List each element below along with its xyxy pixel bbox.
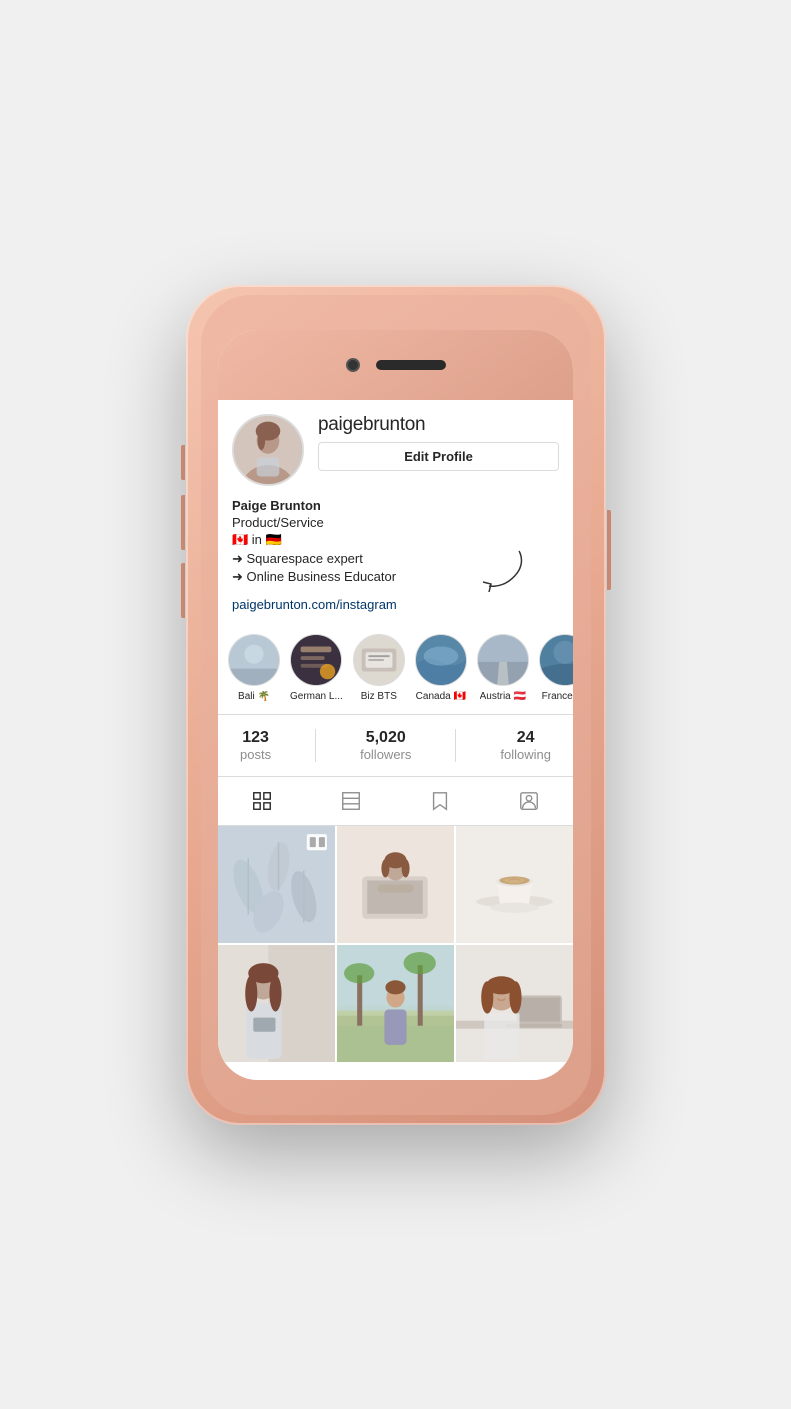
highlight-biz[interactable]: Biz BTS <box>353 634 405 702</box>
grid-photo-5 <box>337 945 454 1062</box>
bio-bottom: ➜ Squarespace expert ➜ Online Business E… <box>232 551 559 597</box>
highlight-circle-canada <box>415 634 467 686</box>
highlight-img-bali <box>229 635 279 685</box>
posts-label: posts <box>240 747 271 762</box>
highlight-circle-france <box>539 634 573 686</box>
highlight-img-german <box>291 635 341 685</box>
speaker-icon <box>376 360 446 370</box>
highlight-img-canada <box>416 635 466 685</box>
highlight-circle-biz <box>353 634 405 686</box>
highlight-bali[interactable]: Bali 🌴 <box>228 634 280 702</box>
grid-item-3[interactable] <box>456 826 573 943</box>
saved-view-tab[interactable] <box>428 789 452 813</box>
power-button <box>607 510 611 590</box>
phone-frame: paigebrunton Edit Profile Paige Brunton … <box>201 295 591 1115</box>
posts-count: 123 <box>242 729 269 747</box>
highlight-img-austria <box>478 635 528 685</box>
display-name: Paige Brunton <box>232 498 559 513</box>
highlight-label-bali: Bali 🌴 <box>238 691 270 702</box>
mute-button <box>181 445 185 480</box>
highlight-label-canada: Canada 🇨🇦 <box>416 691 466 702</box>
grid-item-2[interactable] <box>337 826 454 943</box>
feed-icon <box>340 790 362 812</box>
highlight-label-france: France 🇫🇷 <box>542 691 573 702</box>
highlight-france[interactable]: France 🇫🇷 <box>539 634 573 702</box>
feed-view-tab[interactable] <box>339 789 363 813</box>
volume-up-button <box>181 495 185 550</box>
highlight-label-austria: Austria 🇦🇹 <box>480 691 526 702</box>
highlight-german[interactable]: German L... <box>290 634 343 702</box>
avatar <box>232 414 304 486</box>
stat-following: 24 following <box>500 729 551 762</box>
stat-divider-2 <box>455 729 456 762</box>
grid-item-5[interactable] <box>337 945 454 1062</box>
grid-photo-2 <box>337 826 454 943</box>
highlight-circle-german <box>290 634 342 686</box>
highlight-circle-austria <box>477 634 529 686</box>
following-label: following <box>500 747 551 762</box>
view-tabs-row[interactable] <box>218 777 573 826</box>
front-camera-icon <box>346 358 360 372</box>
edit-profile-button[interactable]: Edit Profile <box>318 442 559 471</box>
avatar-image <box>234 416 302 484</box>
highlight-label-biz: Biz BTS <box>361 691 397 702</box>
followers-count: 5,020 <box>366 729 406 747</box>
phone-device: paigebrunton Edit Profile Paige Brunton … <box>186 285 606 1125</box>
grid-photo-4 <box>218 945 335 1062</box>
screen-container: paigebrunton Edit Profile Paige Brunton … <box>218 330 573 1080</box>
profile-info-right: paigebrunton Edit Profile <box>318 414 559 471</box>
stat-divider-1 <box>315 729 316 762</box>
screen-content[interactable]: paigebrunton Edit Profile Paige Brunton … <box>218 400 573 1080</box>
person-tag-icon <box>518 790 540 812</box>
highlight-img-france <box>540 635 573 685</box>
highlight-austria[interactable]: Austria 🇦🇹 <box>477 634 529 702</box>
grid-photo-3 <box>456 826 573 943</box>
highlight-img-biz <box>354 635 404 685</box>
profile-header-row: paigebrunton Edit Profile <box>232 414 559 486</box>
grid-icon <box>251 790 273 812</box>
followers-label: followers <box>360 747 411 762</box>
stats-row: 123 posts 5,020 followers 24 following <box>218 715 573 777</box>
following-count: 24 <box>517 729 535 747</box>
grid-item-4[interactable] <box>218 945 335 1062</box>
grid-item-1[interactable] <box>218 826 335 943</box>
highlight-canada[interactable]: Canada 🇨🇦 <box>415 634 467 702</box>
highlight-circle-bali <box>228 634 280 686</box>
bio-section: Paige Brunton Product/Service 🇨🇦 in 🇩🇪 ➜… <box>218 498 573 622</box>
decorative-arrow <box>469 546 529 596</box>
grid-view-tab[interactable] <box>250 789 274 813</box>
stat-followers: 5,020 followers <box>360 729 411 762</box>
grid-photo-1 <box>218 826 335 943</box>
username: paigebrunton <box>318 414 559 436</box>
grid-photo-6 <box>456 945 573 1062</box>
grid-item-6[interactable] <box>456 945 573 1062</box>
stat-posts: 123 posts <box>240 729 271 762</box>
bio-category: Product/Service <box>232 515 559 530</box>
phone-top-bar <box>218 330 573 400</box>
bio-link[interactable]: paigebrunton.com/instagram <box>232 597 559 612</box>
avatar-container <box>232 414 304 486</box>
highlight-label-german: German L... <box>290 691 343 702</box>
profile-section: paigebrunton Edit Profile <box>218 400 573 486</box>
photo-grid[interactable] <box>218 826 573 1062</box>
volume-down-button <box>181 563 185 618</box>
highlights-row[interactable]: Bali 🌴 <box>218 622 573 715</box>
tagged-view-tab[interactable] <box>517 789 541 813</box>
avatar-svg <box>234 416 302 484</box>
bookmark-icon <box>429 790 451 812</box>
